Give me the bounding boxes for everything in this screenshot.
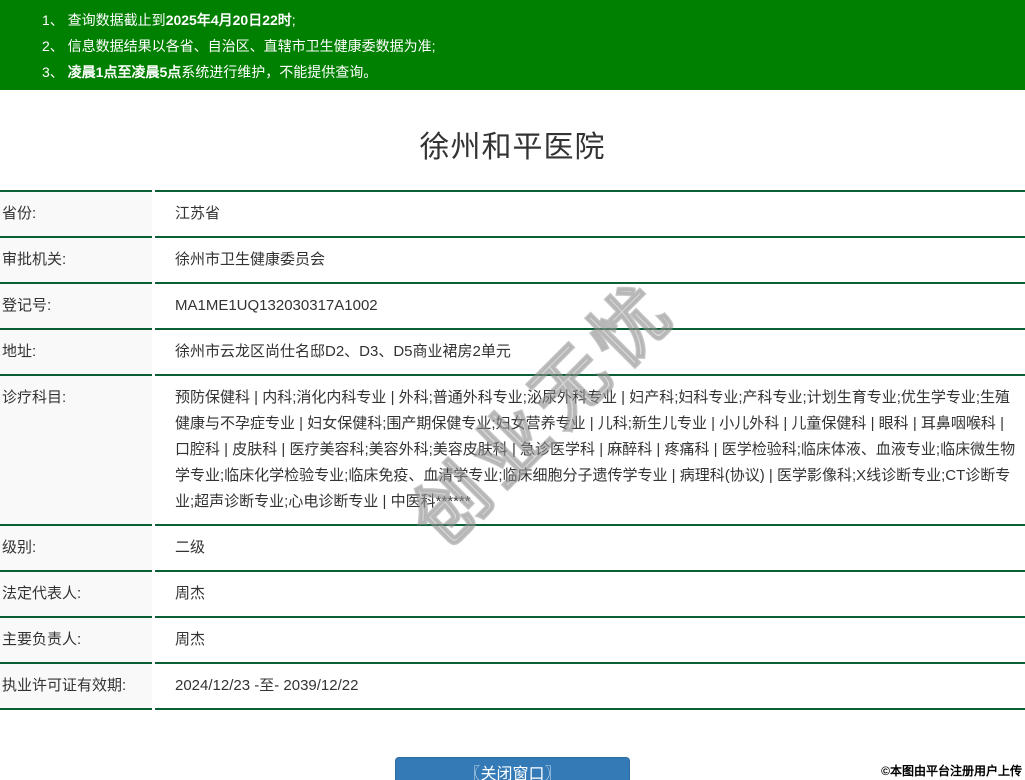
row-label: 主要负责人: (0, 618, 152, 664)
hospital-info-table: 省份: 江苏省 审批机关: 徐州市卫生健康委员会 登记号: MA1ME1UQ13… (0, 190, 1025, 710)
row-label: 级别: (0, 526, 152, 572)
table-row-province: 省份: 江苏省 (0, 190, 1025, 238)
table-row-medical-subjects: 诊疗科目: 预防保健科 | 内科;消化内科专业 | 外科;普通外科专业;泌尿外科… (0, 376, 1025, 526)
row-label: 省份: (0, 190, 152, 238)
row-value: 周杰 (155, 618, 1025, 664)
row-label: 执业许可证有效期: (0, 664, 152, 710)
upload-credit-text: ©本图由平台注册用户上传 (881, 764, 1022, 778)
row-value: 预防保健科 | 内科;消化内科专业 | 外科;普通外科专业;泌尿外科专业 | 妇… (155, 376, 1025, 526)
notice-header: 1、 查询数据截止到2025年4月20日22时; 2、 信息数据结果以各省、自治… (0, 0, 1025, 90)
notice-text: 1、 查询数据截止到 (42, 12, 166, 28)
table-row-main-person-in-charge: 主要负责人: 周杰 (0, 618, 1025, 664)
notice-text: 3、 (42, 64, 68, 80)
row-label: 法定代表人: (0, 572, 152, 618)
notice-line-3: 3、 凌晨1点至凌晨5点系统进行维护，不能提供查询。 (42, 59, 1005, 85)
notice-text: 系统进行维护，不能提供查询。 (181, 64, 378, 80)
row-label: 地址: (0, 330, 152, 376)
notice-text: 2、 信息数据结果以各省、自治区、直辖市卫生健康委数据为准; (42, 38, 436, 54)
row-value: 徐州市云龙区尚仕名邸D2、D3、D5商业裙房2单元 (155, 330, 1025, 376)
row-value: 周杰 (155, 572, 1025, 618)
table-row-license-validity: 执业许可证有效期: 2024/12/23 -至- 2039/12/22 (0, 664, 1025, 710)
page-title: 徐州和平医院 (419, 131, 606, 164)
row-value: MA1ME1UQ132030317A1002 (155, 284, 1025, 330)
table-row-legal-representative: 法定代表人: 周杰 (0, 572, 1025, 618)
notice-bold-text: 凌晨1点至凌晨5点 (67, 64, 182, 80)
row-label: 登记号: (0, 284, 152, 330)
row-value: 2024/12/23 -至- 2039/12/22 (155, 664, 1025, 710)
close-window-button[interactable]: 〖关闭窗口〗 (395, 757, 630, 780)
row-label: 审批机关: (0, 238, 152, 284)
notice-line-1: 1、 查询数据截止到2025年4月20日22时; (42, 7, 1005, 33)
notice-bold-text: 2025年4月20日22时 (165, 12, 292, 28)
notice-text: ; (291, 12, 296, 28)
table-row-registration-number: 登记号: MA1ME1UQ132030317A1002 (0, 284, 1025, 330)
row-value: 江苏省 (155, 190, 1025, 238)
table-row-approval-authority: 审批机关: 徐州市卫生健康委员会 (0, 238, 1025, 284)
table-row-level: 级别: 二级 (0, 526, 1025, 572)
page: 1、 查询数据截止到2025年4月20日22时; 2、 信息数据结果以各省、自治… (0, 0, 1025, 780)
row-label: 诊疗科目: (0, 376, 152, 526)
table-row-address: 地址: 徐州市云龙区尚仕名邸D2、D3、D5商业裙房2单元 (0, 330, 1025, 376)
button-row: 〖关闭窗口〗 (0, 757, 1025, 780)
row-value: 徐州市卫生健康委员会 (155, 238, 1025, 284)
row-value: 二级 (155, 526, 1025, 572)
notice-line-2: 2、 信息数据结果以各省、自治区、直辖市卫生健康委数据为准; (42, 33, 1005, 59)
